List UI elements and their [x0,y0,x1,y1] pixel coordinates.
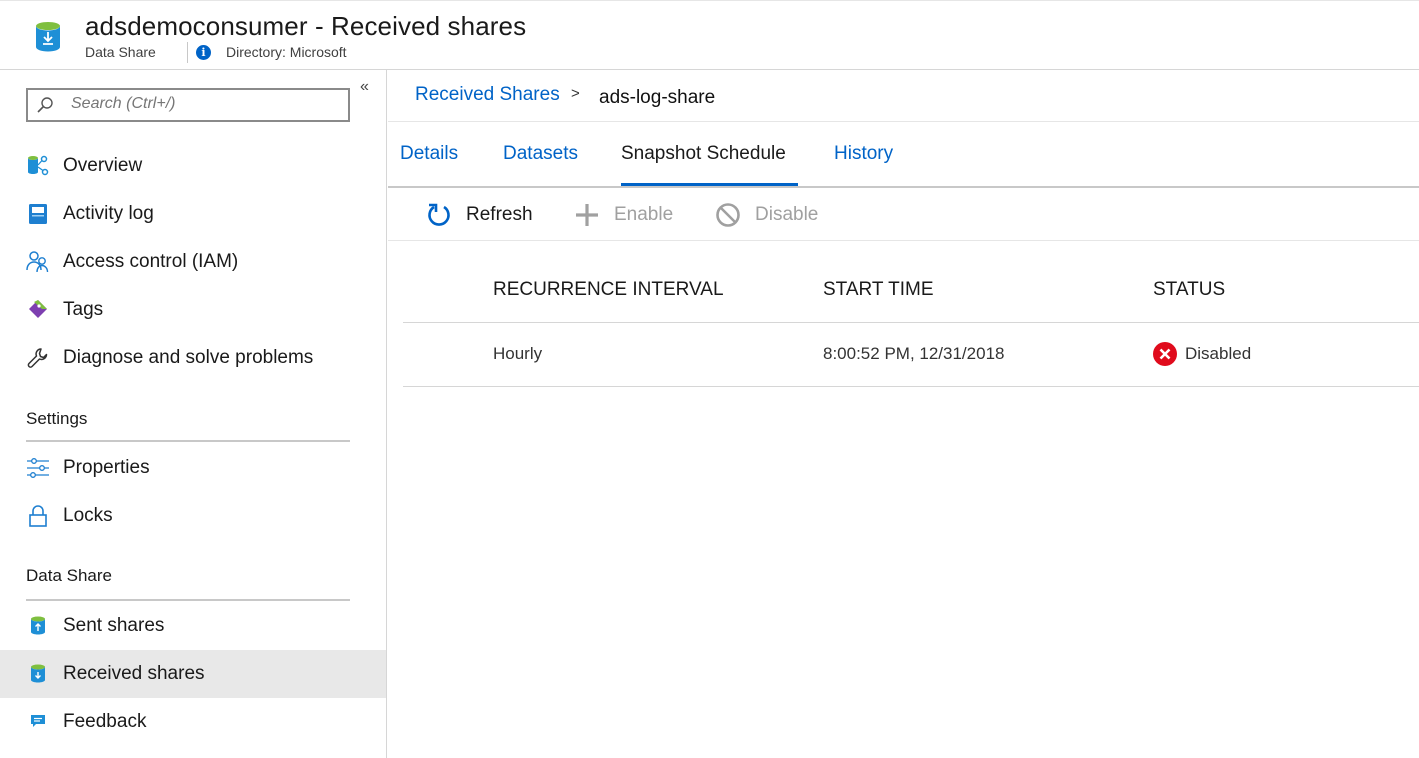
tag-icon [29,300,47,318]
sidebar-item-label: Properties [63,457,150,478]
sidebar-item-label: Overview [63,155,143,176]
search-input[interactable]: Search (Ctrl+/) [71,95,175,113]
sidebar-item-locks[interactable]: Locks [0,492,386,540]
sidebar-item-sent-shares[interactable]: Sent shares [0,602,386,650]
breadcrumb-current: ads-log-share [599,87,716,108]
section-title-data-share: Data Share [26,566,112,585]
column-header-status: STATUS [1153,279,1226,300]
command-bar: Refresh Enable Disable [388,190,1419,241]
column-header-start-time: START TIME [823,279,934,300]
sidebar-item-feedback[interactable]: Feedback [0,698,386,746]
section-title-settings: Settings [26,409,88,428]
sidebar-item-label: Received shares [63,663,205,684]
error-circle-icon [1153,342,1177,366]
main-content: Received Shares > ads-log-share Details … [388,70,1419,758]
wrench-icon [27,348,48,368]
sidebar-item-received-shares[interactable]: Received shares [0,650,386,698]
data-share-logo-icon [36,22,60,52]
enable-label: Enable [614,204,674,225]
search-box[interactable]: Search (Ctrl+/) [26,88,350,122]
breadcrumb: Received Shares > ads-log-share [388,70,1419,122]
plus-icon [576,204,598,226]
feedback-icon [31,715,45,727]
info-icon: i [196,45,211,60]
tab-history[interactable]: History [834,143,893,165]
directory-label: Directory: Microsoft [226,44,347,60]
collapse-sidebar-icon[interactable]: « [360,78,369,96]
cell-status: Disabled [1185,344,1252,363]
table-header: RECURRENCE INTERVAL START TIME STATUS [403,241,1419,323]
received-share-icon [31,664,45,683]
activity-log-icon [29,204,47,224]
page-title: adsdemoconsumer - Received shares [85,11,527,41]
cell-recurrence: Hourly [493,344,543,363]
sidebar-item-label: Tags [63,299,104,320]
search-icon [37,97,53,113]
sidebar-item-diagnose[interactable]: Diagnose and solve problems [0,334,386,382]
tab-datasets[interactable]: Datasets [503,143,578,165]
section-divider [26,599,350,601]
page-header: adsdemoconsumer - Received shares Data S… [0,0,1419,70]
refresh-label: Refresh [466,204,533,225]
sidebar-item-label: Sent shares [63,615,165,636]
overview-icon [28,155,49,176]
tab-snapshot-schedule[interactable]: Snapshot Schedule [621,143,786,165]
people-icon [26,251,49,273]
sidebar-item-access-control[interactable]: Access control (IAM) [0,238,386,286]
breadcrumb-received-shares-link[interactable]: Received Shares [415,84,560,106]
tab-bar: Details Datasets Snapshot Schedule Histo… [388,122,1419,188]
lock-icon [29,505,47,527]
block-icon [716,203,740,227]
resource-type: Data Share [85,44,156,60]
sidebar-item-properties[interactable]: Properties [0,444,386,492]
cell-start-time: 8:00:52 PM, 12/31/2018 [823,344,1005,363]
sliders-icon [27,458,49,478]
sidebar: « Search (Ctrl+/) Overview Activity log [0,70,387,758]
disable-label: Disable [755,204,819,225]
column-header-recurrence: RECURRENCE INTERVAL [493,279,724,300]
refresh-icon [428,203,450,226]
sidebar-item-label: Access control (IAM) [63,251,239,272]
sidebar-item-activity-log[interactable]: Activity log [0,190,386,238]
table-row[interactable]: Hourly 8:00:52 PM, 12/31/2018 Disabled [403,323,1419,387]
sidebar-item-label: Locks [63,505,113,526]
sent-share-icon [31,616,45,635]
sidebar-item-label: Activity log [63,203,154,224]
header-divider [187,42,188,63]
breadcrumb-separator: > [571,85,580,102]
sidebar-item-tags[interactable]: Tags [0,286,386,334]
sidebar-item-label: Feedback [63,711,147,732]
active-tab-indicator [621,183,798,186]
tab-details[interactable]: Details [400,143,458,165]
section-divider [26,440,350,442]
sidebar-item-label: Diagnose and solve problems [63,347,314,368]
sidebar-item-overview[interactable]: Overview [0,142,386,190]
